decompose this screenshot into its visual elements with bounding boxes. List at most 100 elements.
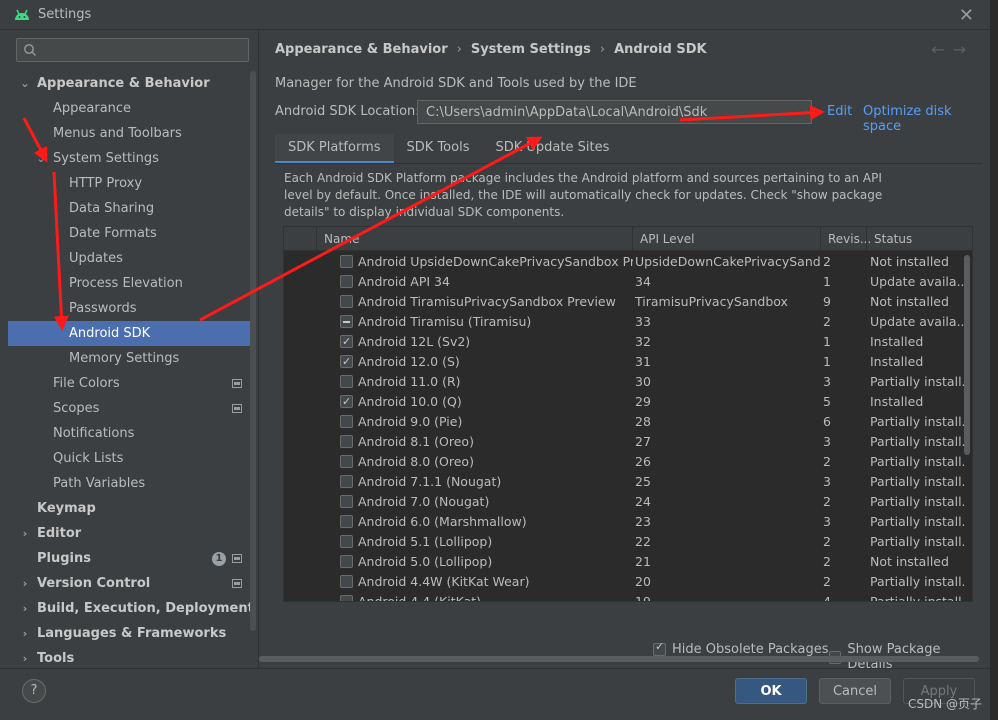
table-row[interactable]: Android Tiramisu (Tiramisu) 33 2 Update ava… [284,312,966,332]
column-header-revision[interactable]: Revis... [820,227,871,251]
table-row[interactable]: Android API 34 34 1 Update availa... [284,272,966,292]
row-checkbox[interactable] [340,275,353,288]
table-row[interactable]: Android 11.0 (R) 30 3 Partially install... [284,372,966,392]
tree-appearance[interactable]: Appearance [8,96,250,121]
row-checkbox[interactable] [340,515,353,528]
optimize-disk-space-link[interactable]: Optimize disk space [863,104,990,134]
settings-search[interactable] [16,38,249,62]
chevron-down-icon[interactable]: ⌄ [35,146,47,171]
hide-obsolete-option[interactable]: Hide Obsolete Packages [653,640,828,657]
help-button[interactable]: ? [22,679,46,703]
row-checkbox[interactable] [340,475,353,488]
tree-quick-lists[interactable]: Quick Lists [8,446,250,471]
install-status: Partially install... [870,434,964,449]
row-checkbox[interactable] [340,495,353,508]
table-row[interactable]: Android 8.0 (Oreo) 26 2 Partially install..… [284,452,966,472]
tree-notifications[interactable]: Notifications [8,421,250,446]
table-row[interactable]: Android 5.1 (Lollipop) 22 2 Partially insta… [284,532,966,552]
row-checkbox[interactable] [340,555,353,568]
hide-obsolete-checkbox[interactable] [653,640,666,656]
table-row[interactable]: Android 12L (Sv2) 32 1 Installed [284,332,966,352]
row-checkbox[interactable] [340,415,353,428]
tree-process-elevation[interactable]: Process Elevation [8,271,250,296]
package-name: Android 5.0 (Lollipop) [358,554,493,569]
install-status: Installed [870,334,924,349]
api-level: TiramisuPrivacySandbox [635,294,788,309]
breadcrumb-item: System Settings [470,42,591,57]
tree-plugins[interactable]: Plugins 1 [8,546,250,571]
row-checkbox[interactable] [340,455,353,468]
tree-languages-frameworks[interactable]: › Languages & Frameworks [8,621,250,646]
cancel-button[interactable]: Cancel [819,678,891,704]
column-header-api-level[interactable]: API Level [632,227,820,251]
table-row[interactable]: Android 7.0 (Nougat) 24 2 Partially install… [284,492,966,512]
table-row[interactable]: Android 7.1.1 (Nougat) 25 3 Partially insta… [284,472,966,492]
tree-date-formats[interactable]: Date Formats [8,221,250,246]
tree-http-proxy[interactable]: HTTP Proxy [8,171,250,196]
close-icon[interactable]: ✕ [959,5,974,26]
row-checkbox[interactable] [340,575,353,588]
tab-sdk-tools[interactable]: SDK Tools [394,134,483,164]
table-row[interactable]: Android 12.0 (S) 31 1 Installed [284,352,966,372]
tree-path-variables[interactable]: Path Variables [8,471,250,496]
tree-editor[interactable]: › Editor [8,521,250,546]
chevron-right-icon[interactable]: › [19,596,31,621]
tree-keymap[interactable]: Keymap [8,496,250,521]
tree-appearance-behavior[interactable]: ⌄ Appearance & Behavior [8,71,250,96]
chevron-right-icon[interactable]: › [19,621,31,646]
row-checkbox[interactable] [340,255,353,268]
row-checkbox[interactable] [340,375,353,388]
tree-build-execution[interactable]: › Build, Execution, Deployment [8,596,254,621]
tree-version-control[interactable]: › Version Control [8,571,250,596]
tree-menus-toolbars[interactable]: Menus and Toolbars [8,121,250,146]
edit-link[interactable]: Edit [827,104,852,119]
row-checkbox[interactable] [340,332,353,352]
table-row[interactable]: Android 6.0 (Marshmallow) 23 3 Partially in… [284,512,966,532]
tree-data-sharing[interactable]: Data Sharing [8,196,250,221]
chevron-right-icon[interactable]: › [19,521,31,546]
row-checkbox[interactable] [340,352,353,372]
chevron-right-icon[interactable]: › [19,571,31,596]
table-row[interactable]: Android 10.0 (Q) 29 5 Installed [284,392,966,412]
tree-scopes[interactable]: Scopes [8,396,250,421]
search-input[interactable] [41,43,241,57]
row-checkbox[interactable] [340,595,353,601]
table-row[interactable]: Android TiramisuPrivacySandbox Preview Ti… [284,292,966,312]
tab-sdk-update-sites[interactable]: SDK Update Sites [482,134,622,164]
row-checkbox[interactable] [340,535,353,548]
table-row[interactable]: Android 4.4W (KitKat Wear) 20 2 Partially i… [284,572,966,592]
column-header-name[interactable]: Name [316,227,634,251]
tree-updates[interactable]: Updates [8,246,250,271]
table-scrollbar[interactable] [964,255,970,455]
row-checkbox[interactable] [340,295,353,308]
sidebar-scrollbar[interactable] [250,71,256,631]
tree-android-sdk[interactable]: Android SDK [8,321,250,346]
chevron-down-icon[interactable]: ⌄ [19,71,31,96]
tree-file-colors[interactable]: File Colors [8,371,250,396]
tree-memory-settings[interactable]: Memory Settings [8,346,250,371]
table-row[interactable]: Android 9.0 (Pie) 28 6 Partially install... [284,412,966,432]
sdk-tabs: SDK Platforms SDK Tools SDK Update Sites [275,134,622,164]
table-row[interactable]: Android 8.1 (Oreo) 27 3 Partially install..… [284,432,966,452]
horizontal-scrollbar[interactable] [259,656,979,662]
table-row[interactable]: Android UpsideDownCakePrivacySandbox Pre… [284,252,966,272]
tree-item-label: Tools [37,651,75,666]
breadcrumb-item: Android SDK [614,42,707,57]
revision: 2 [823,494,831,509]
package-name: Android 6.0 (Marshmallow) [358,514,527,529]
package-name: Android 7.1.1 (Nougat) [358,474,502,489]
row-checkbox[interactable] [340,392,353,412]
table-row[interactable]: Android 5.0 (Lollipop) 21 2 Not installed [284,552,966,572]
package-name: Android 11.0 (R) [358,374,461,389]
sdk-location-field[interactable] [417,100,812,124]
table-row[interactable]: Android 4.4 (KitKat) 19 4 Partially install… [284,592,966,601]
forward-arrow-icon[interactable]: → [953,40,974,59]
row-checkbox[interactable] [340,315,353,328]
tab-sdk-platforms[interactable]: SDK Platforms [275,134,394,164]
back-arrow-icon[interactable]: ← [931,40,952,59]
row-checkbox[interactable] [340,435,353,448]
tree-system-settings[interactable]: ⌄ System Settings [8,146,250,171]
column-header-status[interactable]: Status [866,227,966,251]
tree-passwords[interactable]: Passwords [8,296,250,321]
ok-button[interactable]: OK [735,678,807,704]
